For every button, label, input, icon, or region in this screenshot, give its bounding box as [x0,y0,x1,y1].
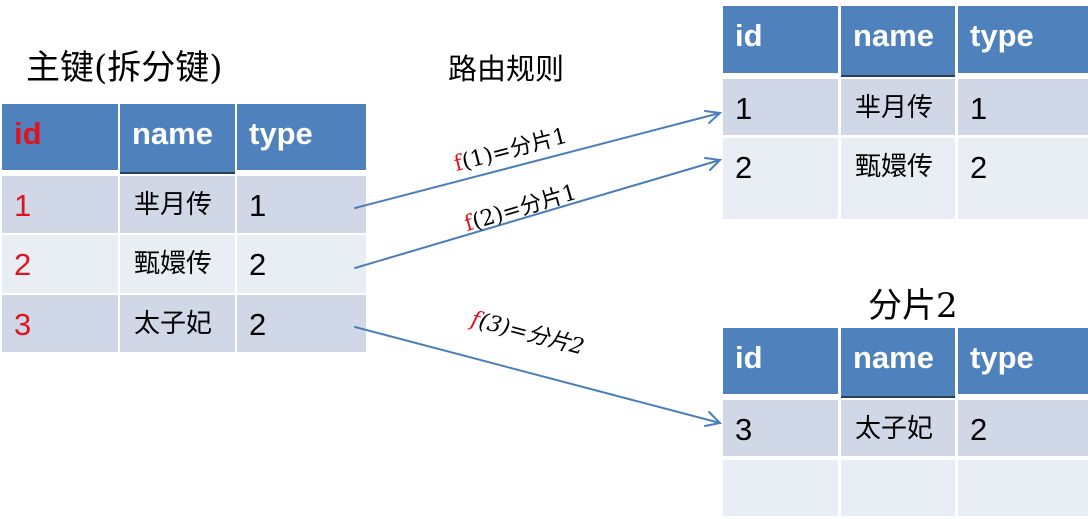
routing-arrows [354,110,723,427]
